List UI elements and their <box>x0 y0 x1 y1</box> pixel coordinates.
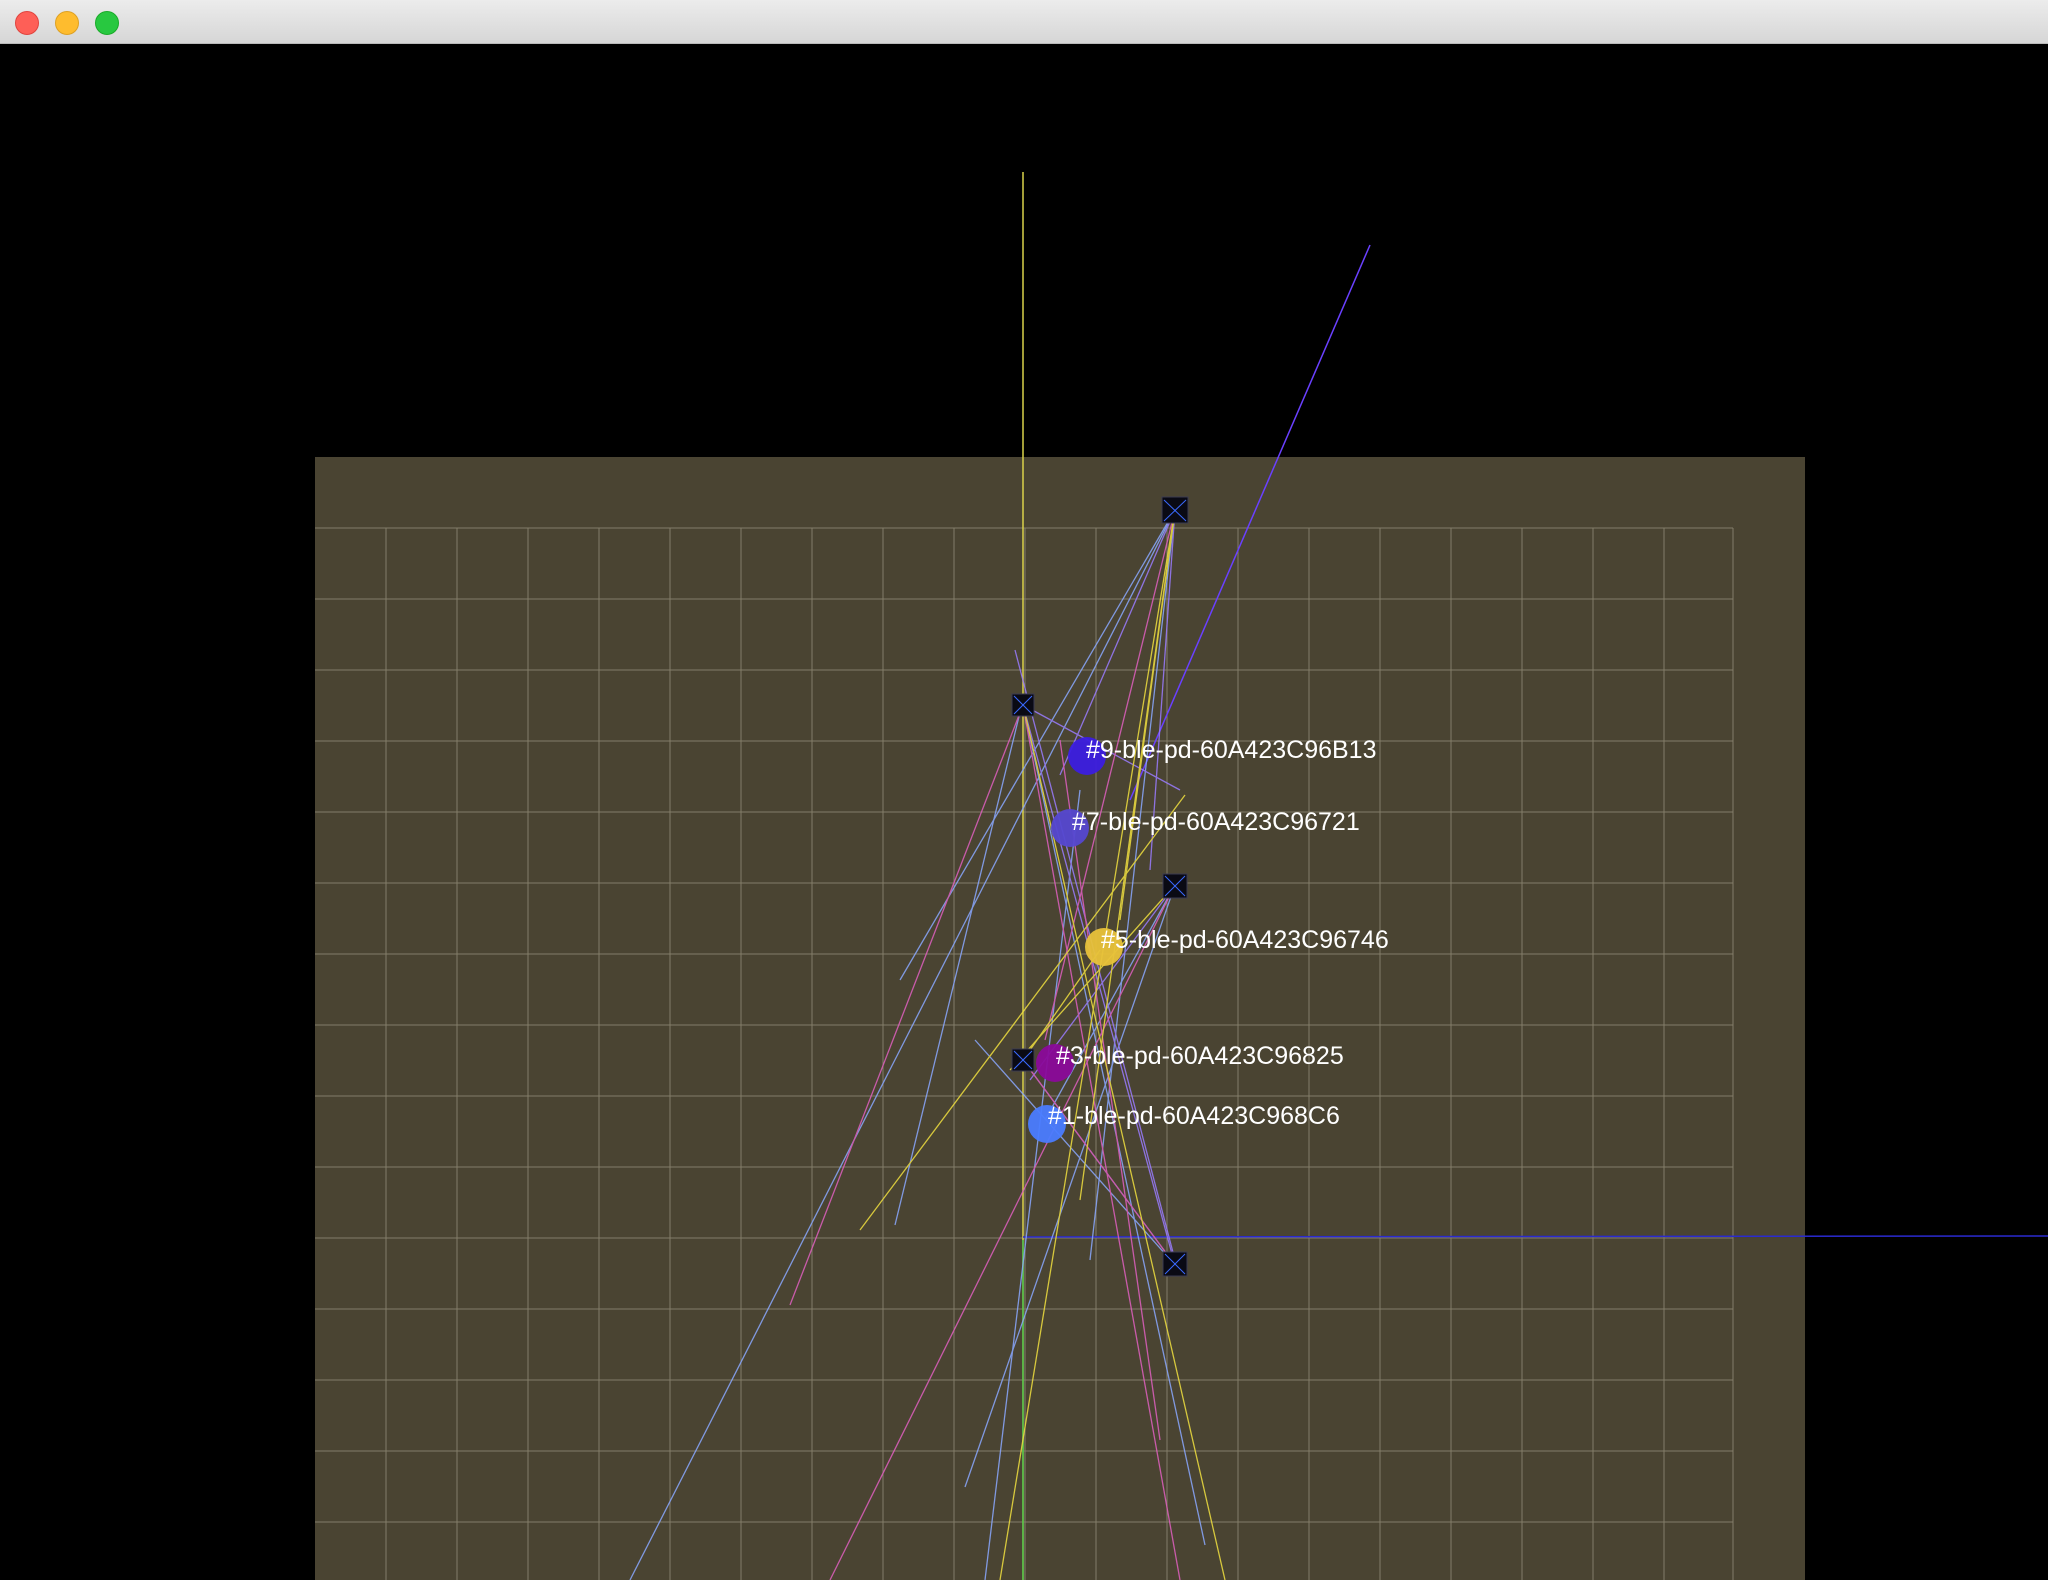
3d-viewport[interactable]: #9-ble-pd-60A423C96B13 #7-ble-pd-60A423C… <box>0 44 2048 1580</box>
anchor-upper-left[interactable] <box>1011 693 1035 717</box>
close-button[interactable] <box>15 11 39 35</box>
device-1-label: #1-ble-pd-60A423C968C6 <box>1048 1102 1340 1130</box>
anchor-middle-right[interactable] <box>1162 873 1188 899</box>
anchor-top[interactable] <box>1161 496 1189 524</box>
anchor-bottom-right[interactable] <box>1162 1251 1188 1277</box>
device-7-label: #7-ble-pd-60A423C96721 <box>1072 808 1360 836</box>
anchor-lower-left[interactable] <box>1011 1048 1035 1072</box>
maximize-button[interactable] <box>95 11 119 35</box>
app-window: #9-ble-pd-60A423C96B13 #7-ble-pd-60A423C… <box>0 0 2048 1580</box>
minimize-button[interactable] <box>55 11 79 35</box>
floor-plane <box>315 457 1805 1580</box>
title-bar[interactable] <box>0 0 2048 44</box>
device-3-label: #3-ble-pd-60A423C96825 <box>1056 1042 1344 1070</box>
device-9-label: #9-ble-pd-60A423C96B13 <box>1086 736 1377 764</box>
horizontal-axis <box>1022 1235 2048 1238</box>
device-5-label: #5-ble-pd-60A423C96746 <box>1101 926 1389 954</box>
scene-canvas[interactable]: #9-ble-pd-60A423C96B13 #7-ble-pd-60A423C… <box>0 44 2048 1580</box>
